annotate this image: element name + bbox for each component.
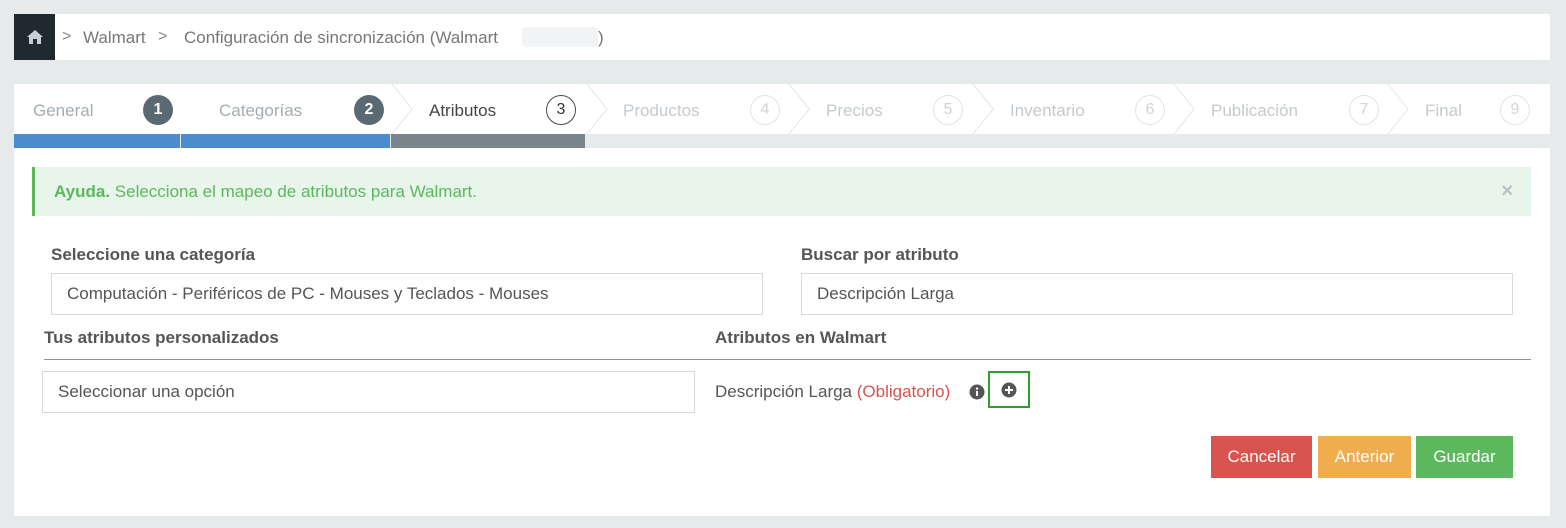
step-number-7: 7	[1349, 95, 1379, 125]
redacted-text	[522, 27, 598, 47]
chevron-right-icon: >	[158, 28, 168, 45]
breadcrumb-item-walmart[interactable]: Walmart	[83, 28, 146, 48]
step-label-general[interactable]: General	[33, 101, 93, 121]
step-separator-icon	[972, 84, 994, 134]
step-separator-icon	[1173, 84, 1195, 134]
step-label-publicacion[interactable]: Publicación	[1211, 101, 1298, 121]
step-label-productos[interactable]: Productos	[623, 101, 700, 121]
step-label-categorias[interactable]: Categorías	[219, 101, 302, 121]
save-button[interactable]: Guardar	[1416, 436, 1513, 478]
attribute-name: Descripción Larga	[715, 382, 853, 401]
alert-title: Ayuda.	[54, 182, 111, 201]
home-button[interactable]	[14, 14, 55, 60]
step-number-4: 4	[750, 95, 780, 125]
step-separator-icon	[1387, 84, 1409, 134]
required-tag: (Obligatorio)	[856, 382, 951, 401]
step-label-final[interactable]: Final	[1425, 101, 1462, 121]
custom-attributes-heading: Tus atributos personalizados	[44, 328, 279, 347]
breadcrumb-item-sync-config: Configuración de sincronización (Walmart	[184, 28, 499, 47]
search-attribute-input[interactable]: Descripción Larga	[801, 273, 1513, 315]
plus-circle-icon	[1001, 382, 1017, 397]
step-number-1: 1	[143, 95, 173, 125]
wizard-progress-step-3	[391, 134, 585, 148]
breadcrumb: > Walmart > Configuración de sincronizac…	[14, 14, 1550, 60]
close-icon[interactable]: ×	[1501, 180, 1513, 203]
step-label-atributos[interactable]: Atributos	[429, 101, 496, 121]
attribute-mapping-panel: Ayuda. Selecciona el mapeo de atributos …	[14, 148, 1550, 516]
home-icon	[26, 30, 43, 44]
divider	[44, 359, 1531, 360]
help-alert: Ayuda. Selecciona el mapeo de atributos …	[32, 167, 1531, 216]
category-select[interactable]: Computación - Periféricos de PC - Mouses…	[51, 273, 763, 315]
walmart-attribute-row: Descripción Larga (Obligatorio)	[715, 382, 950, 402]
previous-button[interactable]: Anterior	[1318, 436, 1411, 478]
wizard-progress-step-2	[181, 134, 390, 148]
step-separator-icon	[788, 84, 810, 134]
breadcrumb-close-paren: )	[598, 28, 604, 47]
step-label-precios[interactable]: Precios	[826, 101, 883, 121]
custom-attribute-select[interactable]: Seleccionar una opción	[42, 371, 695, 413]
step-separator-icon	[391, 84, 413, 134]
step-label-inventario[interactable]: Inventario	[1010, 101, 1085, 121]
walmart-attributes-heading: Atributos en Walmart	[715, 328, 887, 347]
info-icon[interactable]	[969, 384, 985, 400]
alert-message: Selecciona el mapeo de atributos para Wa…	[114, 182, 478, 201]
cancel-button[interactable]: Cancelar	[1211, 436, 1312, 478]
step-number-2: 2	[354, 95, 384, 125]
category-label: Seleccione una categoría	[51, 245, 256, 264]
wizard-progress-step-1	[14, 134, 180, 148]
step-separator-icon	[586, 84, 608, 134]
add-attribute-button[interactable]	[988, 371, 1030, 408]
wizard-steps: General 1 Categorías 2 Atributos 3 Produ…	[14, 84, 1550, 148]
search-attribute-label: Buscar por atributo	[801, 245, 959, 264]
step-number-9: 9	[1500, 95, 1530, 125]
step-number-3: 3	[546, 95, 576, 125]
step-number-5: 5	[933, 95, 963, 125]
step-number-6: 6	[1135, 95, 1165, 125]
chevron-right-icon: >	[62, 28, 72, 45]
